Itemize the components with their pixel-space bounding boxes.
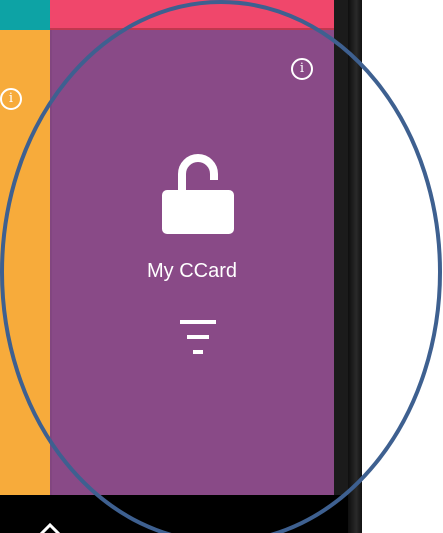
phone-bezel-edge [348,0,362,533]
info-icon[interactable]: i [0,88,22,110]
tile-label: My CCard [146,260,237,282]
pink-tile-partial[interactable] [50,0,334,30]
teal-tile-partial[interactable] [0,0,50,30]
orange-tile[interactable]: i [0,30,50,495]
phone-screen: i i My CCard [0,0,362,533]
filter-icon[interactable] [180,318,216,358]
info-icon[interactable]: i [291,58,313,80]
unlocked-lock-icon [162,154,234,234]
navigation-bar [0,495,348,533]
home-icon[interactable] [38,521,62,533]
